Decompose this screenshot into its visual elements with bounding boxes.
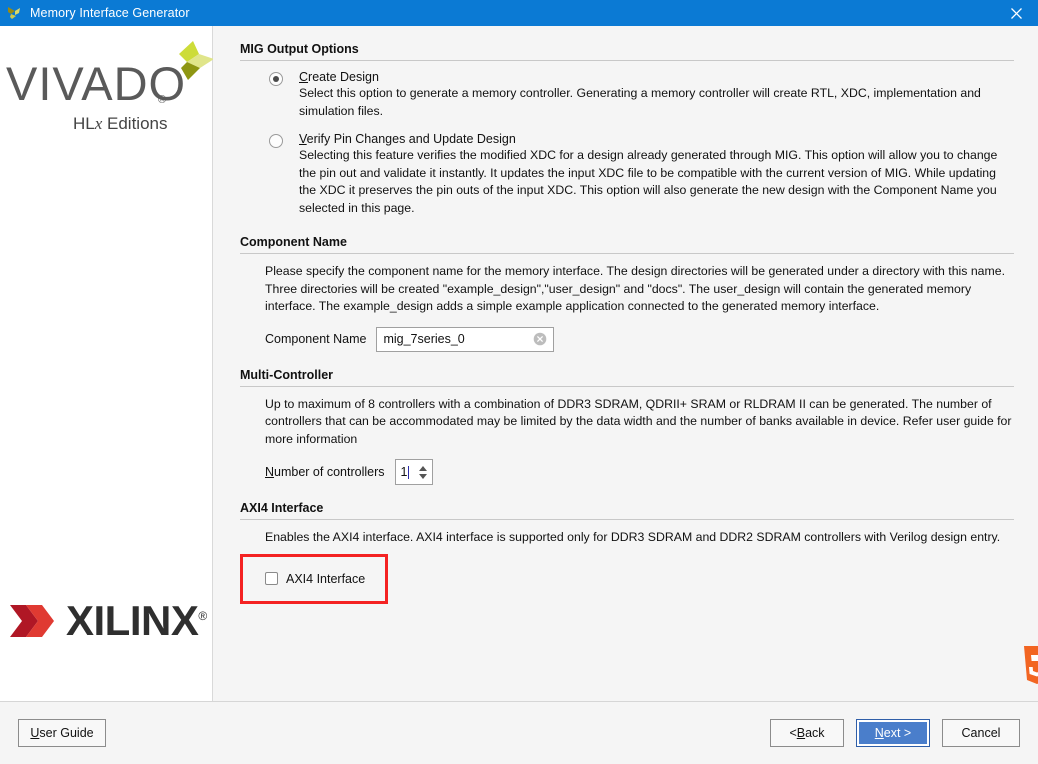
vivado-registered-mark: ®: [158, 94, 167, 106]
section-axi4-interface: AXI4 Interface Enables the AXI4 interfac…: [240, 501, 1014, 604]
number-of-controllers-row: Number of controllers 1: [265, 459, 1014, 485]
radio-create-design-description: Select this option to generate a memory …: [299, 86, 981, 118]
section-divider: [240, 60, 1014, 61]
section-mig-output-options: MIG Output Options Create Design Select …: [240, 42, 1014, 217]
axi4-interface-checkbox[interactable]: [265, 572, 278, 585]
stepper-down-icon[interactable]: [419, 473, 427, 479]
section-multi-controller: Multi-Controller Up to maximum of 8 cont…: [240, 367, 1014, 485]
radio-create-design-label: Create Design: [299, 70, 379, 84]
radio-create-design[interactable]: Create Design Select this option to gene…: [240, 70, 1014, 120]
brand-panel: VIVADO ® HLx Editions XILINX®: [0, 26, 215, 701]
axi4-description: Enables the AXI4 interface. AXI4 interfa…: [265, 530, 1001, 544]
number-of-controllers-stepper[interactable]: 1: [394, 459, 433, 485]
text-caret: [408, 465, 410, 479]
cancel-button[interactable]: Cancel: [942, 719, 1020, 747]
section-divider: [240, 519, 1014, 520]
wizard-footer: User Guide < Back Next > Cancel: [0, 702, 1038, 764]
vivado-logo: VIVADO ® HLx Editions: [0, 38, 215, 163]
multi-controller-description: Up to maximum of 8 controllers with a co…: [265, 396, 1012, 446]
radio-verify-pin-changes-label: Verify Pin Changes and Update Design: [299, 132, 516, 146]
section-component-name: Component Name Please specify the compon…: [240, 235, 1014, 352]
axi4-interface-checkbox-row[interactable]: AXI4 Interface: [265, 572, 365, 586]
component-name-field-row: Component Name mig_7series_0: [265, 326, 1014, 352]
section-divider: [240, 385, 1014, 387]
user-guide-button[interactable]: User Guide: [18, 719, 106, 747]
component-name-input[interactable]: mig_7series_0: [376, 326, 555, 352]
mig-wizard-window: Memory Interface Generator VIVADO ® HLx …: [0, 0, 1038, 764]
component-name-description: Please specify the component name for th…: [265, 264, 1006, 313]
vivado-pinwheel-icon: [155, 40, 215, 90]
section-title-component-name: Component Name: [240, 235, 347, 249]
section-divider: [240, 253, 1014, 254]
section-title-multi-controller: Multi-Controller: [240, 367, 334, 382]
window-body: VIVADO ® HLx Editions XILINX® MIG Output…: [0, 26, 1038, 701]
orange-shield-icon[interactable]: [1022, 642, 1038, 686]
section-title-axi4: AXI4 Interface: [240, 501, 324, 515]
number-of-controllers-value: 1: [400, 465, 408, 479]
radio-verify-pin-changes-mark[interactable]: [269, 134, 283, 148]
number-of-controllers-label: Number of controllers: [265, 465, 385, 479]
radio-create-design-mark[interactable]: [269, 72, 283, 86]
xilinx-logo: XILINX®: [8, 597, 207, 645]
vivado-app-icon: [7, 5, 23, 21]
axi4-interface-checkbox-label: AXI4 Interface: [286, 571, 366, 586]
stepper-up-icon[interactable]: [419, 465, 427, 471]
back-button[interactable]: < Back: [770, 719, 844, 747]
axi4-highlight-box: AXI4 Interface: [240, 553, 388, 604]
xilinx-mark-icon: [10, 605, 54, 637]
window-title: Memory Interface Generator: [30, 6, 190, 20]
wizard-content: MIG Output Options Create Design Select …: [213, 26, 1038, 701]
vivado-edition-label: HLx Editions: [73, 114, 168, 133]
radio-verify-pin-changes[interactable]: Verify Pin Changes and Update Design Sel…: [240, 132, 1014, 217]
component-name-value: mig_7series_0: [383, 332, 465, 346]
window-titlebar: Memory Interface Generator: [0, 0, 1038, 26]
close-icon[interactable]: [994, 0, 1038, 26]
component-name-label: Component Name: [265, 332, 367, 346]
clear-icon[interactable]: [533, 332, 547, 346]
xilinx-wordmark: XILINX®: [66, 597, 207, 644]
radio-verify-pin-changes-description: Selecting this feature verifies the modi…: [299, 148, 998, 215]
section-title-mig-output: MIG Output Options: [240, 42, 359, 56]
next-button[interactable]: Next >: [856, 719, 930, 747]
